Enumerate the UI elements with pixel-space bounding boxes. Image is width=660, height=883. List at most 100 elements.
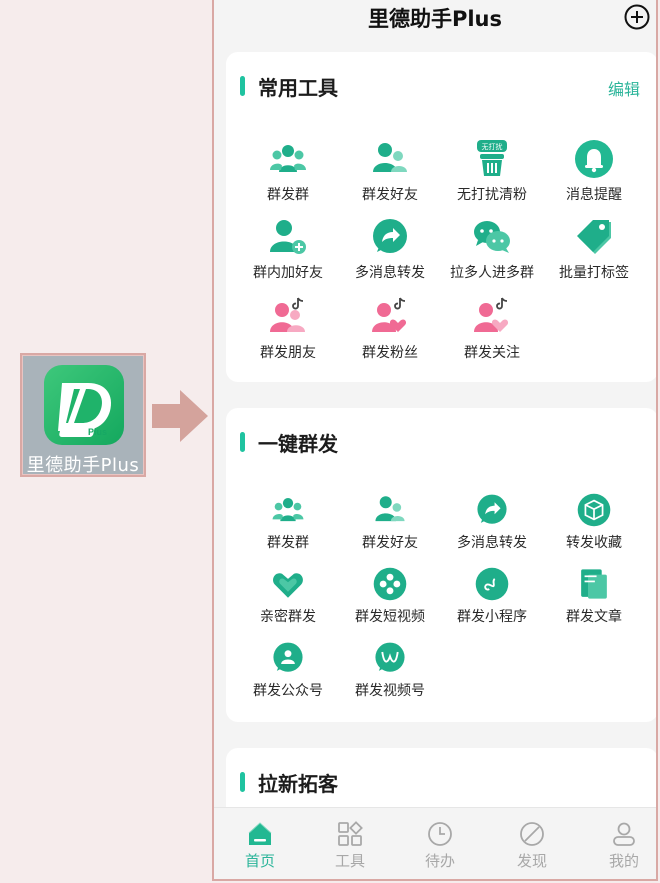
friends-icon [375,496,405,522]
group-icon [272,498,304,522]
no-disturb-clean-icon: 无打扰 [477,140,507,176]
broadcast-mini-program[interactable]: 群发小程序 [440,566,544,626]
article-icon [581,569,607,599]
bottom-tab-bar: 首页 工具 待办 发现 我的 [214,807,656,879]
tab-todo[interactable]: 待办 [400,820,480,871]
official-account-icon [273,642,303,672]
tool-group-broadcast[interactable]: 群发群 [236,138,340,204]
broadcast-official-account[interactable]: 群发公众号 [236,640,340,700]
cube-icon [577,493,611,527]
tool-label: 群发关注 [464,345,520,361]
arrow-right-icon [152,390,208,442]
tab-profile[interactable]: 我的 [584,820,656,871]
clock-icon [428,822,452,846]
tool-label: 消息提醒 [566,187,622,203]
tool-friends-broadcast[interactable]: 群发好友 [338,138,442,204]
broadcast-article[interactable]: 群发文章 [542,566,646,626]
broadcast-short-video[interactable]: 群发短视频 [338,566,442,626]
channels-icon [375,642,405,672]
section-title: 一键群发 [258,432,338,456]
tool-label: 转发收藏 [566,535,622,551]
tool-multi-forward[interactable]: 多消息转发 [338,216,442,282]
edit-button[interactable]: 编辑 [608,76,640,100]
section-marker [240,772,245,792]
tool-message-reminder[interactable]: 消息提醒 [542,138,646,204]
compass-icon [520,822,544,846]
tool-label: 群发群 [267,187,309,203]
tool-label: 群发好友 [362,535,418,551]
tool-batch-tag[interactable]: 批量打标签 [542,216,646,282]
tool-label: 群发好友 [362,187,418,203]
tool-tiktok-fans[interactable]: 群发粉丝 [338,296,442,362]
broadcast-multi-forward[interactable]: 多消息转发 [440,492,544,552]
tools-icon [338,821,363,846]
section-title: 拉新拓客 [258,772,338,796]
forward-icon [477,494,507,524]
tab-label: 发现 [516,852,547,870]
tool-label: 批量打标签 [559,265,629,281]
app-icon-preview: Plus 里德助手Plus [20,353,146,477]
broadcast-group[interactable]: 群发群 [236,492,340,552]
tool-label: 无打扰清粉 [457,187,527,203]
broadcast-friends[interactable]: 群发好友 [338,492,442,552]
add-user-icon [270,220,306,254]
tool-label: 拉多人进多群 [450,265,534,281]
tiktok-fans-icon [372,297,407,332]
tool-label: 亲密群发 [260,609,316,625]
tiktok-friends-icon [270,297,305,332]
tag-icon [577,220,611,254]
common-tools-card: 常用工具 编辑 群发群 群发好友 无打扰 无打扰清粉 消息提醒 群内加好友 多消… [226,52,656,382]
tool-label: 群发小程序 [457,609,527,625]
tool-label: 群发视频号 [355,683,425,699]
tool-tiktok-follow[interactable]: 群发关注 [440,296,544,362]
no-disturb-badge: 无打扰 [482,142,503,151]
tab-label: 我的 [608,852,639,870]
card-header: 一键群发 [240,430,644,456]
friends-icon [373,143,407,172]
tool-label: 多消息转发 [355,265,425,281]
tool-label: 群发短视频 [355,609,425,625]
tool-label: 群发文章 [566,609,622,625]
app-logo-icon: Plus [44,365,124,445]
tool-label: 群发粉丝 [362,345,418,361]
tool-tiktok-friends[interactable]: 群发朋友 [236,296,340,362]
heart-icon [273,573,303,598]
tab-label: 待办 [424,852,455,870]
film-reel-icon [373,567,407,601]
broadcast-channels[interactable]: 群发视频号 [338,640,442,700]
tool-label: 群发公众号 [253,683,323,699]
profile-icon [613,822,635,846]
tiktok-follow-icon [474,297,509,332]
tool-add-in-group[interactable]: 群内加好友 [236,216,340,282]
section-marker [240,76,245,96]
tool-label: 群发朋友 [260,345,316,361]
app-logo-badge: Plus [88,427,107,437]
mini-program-icon [475,567,509,601]
tool-no-disturb-clean[interactable]: 无打扰 无打扰清粉 [440,138,544,204]
tool-label: 群内加好友 [253,265,323,281]
tab-tools[interactable]: 工具 [310,820,390,871]
broadcast-intimate[interactable]: 亲密群发 [236,566,340,626]
tab-home[interactable]: 首页 [220,820,300,871]
add-circle-icon[interactable] [624,4,650,30]
app-icon-label: 里德助手Plus [26,455,140,476]
tab-label: 首页 [244,852,275,870]
home-icon [248,822,272,845]
group-icon [270,145,306,172]
tab-label: 工具 [334,852,365,870]
chat-bubbles-icon [474,221,510,253]
tool-pull-into-groups[interactable]: 拉多人进多群 [440,216,544,282]
title-bar: 里德助手Plus [214,0,656,36]
phone-screen: 里德助手Plus 常用工具 编辑 群发群 群发好友 无打扰 无打扰清粉 消息提醒… [212,0,658,881]
page-title: 里德助手Plus [367,7,503,31]
section-marker [240,432,245,452]
section-title: 常用工具 [258,76,338,100]
bell-icon [575,140,613,178]
tab-discover[interactable]: 发现 [492,820,572,871]
forward-icon [373,219,407,253]
tool-label: 群发群 [267,535,309,551]
tool-label: 多消息转发 [457,535,527,551]
broadcast-card: 一键群发 群发群 群发好友 多消息转发 转发收藏 亲密群发 群发短视频 群发小程… [226,408,656,722]
card-header: 拉新拓客 [240,770,644,796]
broadcast-favorites[interactable]: 转发收藏 [542,492,646,552]
